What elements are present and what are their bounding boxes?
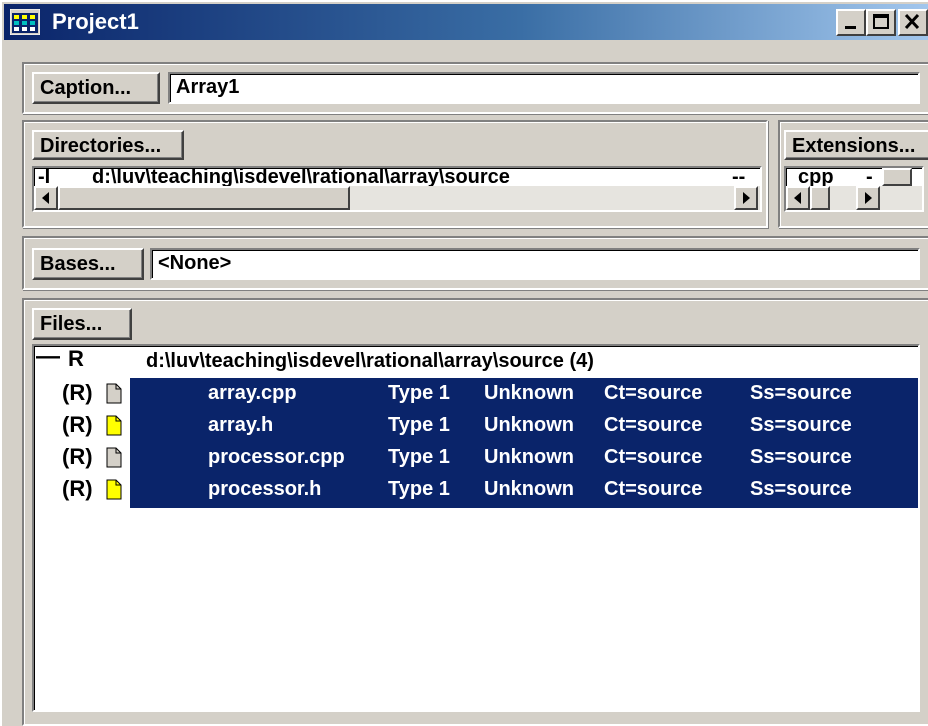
cpp-file-icon xyxy=(106,447,122,468)
ext-scroll-right-button[interactable] xyxy=(856,186,880,210)
file-row[interactable]: (R) processor.cpp Type 1 Unknown Ct=sour… xyxy=(34,442,918,474)
project-grid-icon[interactable] xyxy=(10,9,40,35)
maximize-icon xyxy=(873,14,889,29)
file-type: Type 1 xyxy=(388,382,450,404)
file-name: processor.h xyxy=(208,478,322,500)
file-status-mark: (R) xyxy=(62,380,93,405)
file-ct: Ct=source xyxy=(604,478,703,500)
extensions-vscroll-thumb[interactable] xyxy=(882,168,912,186)
file-type: Type 1 xyxy=(388,446,450,468)
directories-button-label: Directories... xyxy=(40,135,162,157)
close-icon xyxy=(904,13,920,30)
bases-button[interactable]: Bases... xyxy=(32,248,144,280)
arrow-left-icon xyxy=(42,192,49,204)
file-row[interactable]: (R) array.h Type 1 Unknown Ct=source Ss=… xyxy=(34,410,918,442)
close-button[interactable] xyxy=(898,9,928,36)
file-type: Type 1 xyxy=(388,478,450,500)
scroll-thumb[interactable] xyxy=(58,186,350,210)
directory-flag: -I xyxy=(38,166,51,186)
file-name: array.cpp xyxy=(208,382,297,404)
file-status: Unknown xyxy=(484,414,574,436)
directory-path: d:\luv\teaching\isdevel\rational\array\s… xyxy=(92,166,510,186)
file-status-mark: (R) xyxy=(62,412,93,437)
extensions-hscrollbar[interactable] xyxy=(786,186,922,210)
maximize-button[interactable] xyxy=(866,9,896,36)
file-row[interactable]: (R) array.cpp Type 1 Unknown Ct=source S… xyxy=(34,378,918,410)
file-status: Unknown xyxy=(484,478,574,500)
file-name: processor.cpp xyxy=(208,446,345,468)
files-tree[interactable]: — R d:\luv\teaching\isdevel\rational\arr… xyxy=(32,344,920,712)
directories-hscrollbar[interactable] xyxy=(34,186,760,210)
file-ss: Ss=source xyxy=(750,446,852,468)
file-ss: Ss=source xyxy=(750,478,852,500)
files-button[interactable]: Files... xyxy=(32,308,132,340)
extensions-button[interactable]: Extensions... xyxy=(784,130,928,160)
file-status-mark: (R) xyxy=(62,476,93,501)
collapse-toggle-icon[interactable]: — xyxy=(36,346,60,370)
arrow-right-icon xyxy=(743,192,750,204)
tree-root-label: d:\luv\teaching\isdevel\rational\array\s… xyxy=(146,350,594,372)
file-ct: Ct=source xyxy=(604,414,703,436)
ext-scroll-left-button[interactable] xyxy=(786,186,810,210)
caption-input[interactable]: Array1 xyxy=(168,72,920,104)
arrow-right-icon xyxy=(865,192,872,204)
caption-button[interactable]: Caption... xyxy=(32,72,160,104)
minimize-icon xyxy=(845,26,856,29)
bases-input[interactable]: <None> xyxy=(150,248,920,280)
file-row[interactable]: (R) processor.h Type 1 Unknown Ct=source… xyxy=(34,474,918,506)
arrow-left-icon xyxy=(794,192,801,204)
header-file-icon xyxy=(106,479,122,500)
scroll-left-button[interactable] xyxy=(34,186,58,210)
files-button-label: Files... xyxy=(40,313,103,335)
file-ss: Ss=source xyxy=(750,382,852,404)
directories-list[interactable]: -I d:\luv\teaching\isdevel\rational\arra… xyxy=(32,166,762,212)
file-name: array.h xyxy=(208,414,274,436)
tree-root-mark: R xyxy=(68,346,84,371)
file-status-mark: (R) xyxy=(62,444,93,469)
scroll-right-button[interactable] xyxy=(734,186,758,210)
directory-tail: -- xyxy=(732,166,746,186)
bases-button-label: Bases... xyxy=(40,253,116,275)
caption-button-label: Caption... xyxy=(40,77,132,99)
extensions-button-label: Extensions... xyxy=(792,135,916,157)
file-status: Unknown xyxy=(484,446,574,468)
file-ct: Ct=source xyxy=(604,382,703,404)
directories-button[interactable]: Directories... xyxy=(32,130,184,160)
file-type: Type 1 xyxy=(388,414,450,436)
ext-scroll-thumb[interactable] xyxy=(810,186,830,210)
window-title: Project1 xyxy=(52,9,139,34)
file-ct: Ct=source xyxy=(604,446,703,468)
minimize-button[interactable] xyxy=(836,9,866,36)
cpp-file-icon xyxy=(106,383,122,404)
header-file-icon xyxy=(106,415,122,436)
directories-list-row[interactable]: -I d:\luv\teaching\isdevel\rational\arra… xyxy=(38,166,758,186)
title-bar[interactable]: Project1 xyxy=(4,4,928,40)
file-status: Unknown xyxy=(484,382,574,404)
extensions-list[interactable]: cpp - xyxy=(784,166,924,212)
file-ss: Ss=source xyxy=(750,414,852,436)
tree-root-row[interactable]: — R d:\luv\teaching\isdevel\rational\arr… xyxy=(34,346,918,376)
